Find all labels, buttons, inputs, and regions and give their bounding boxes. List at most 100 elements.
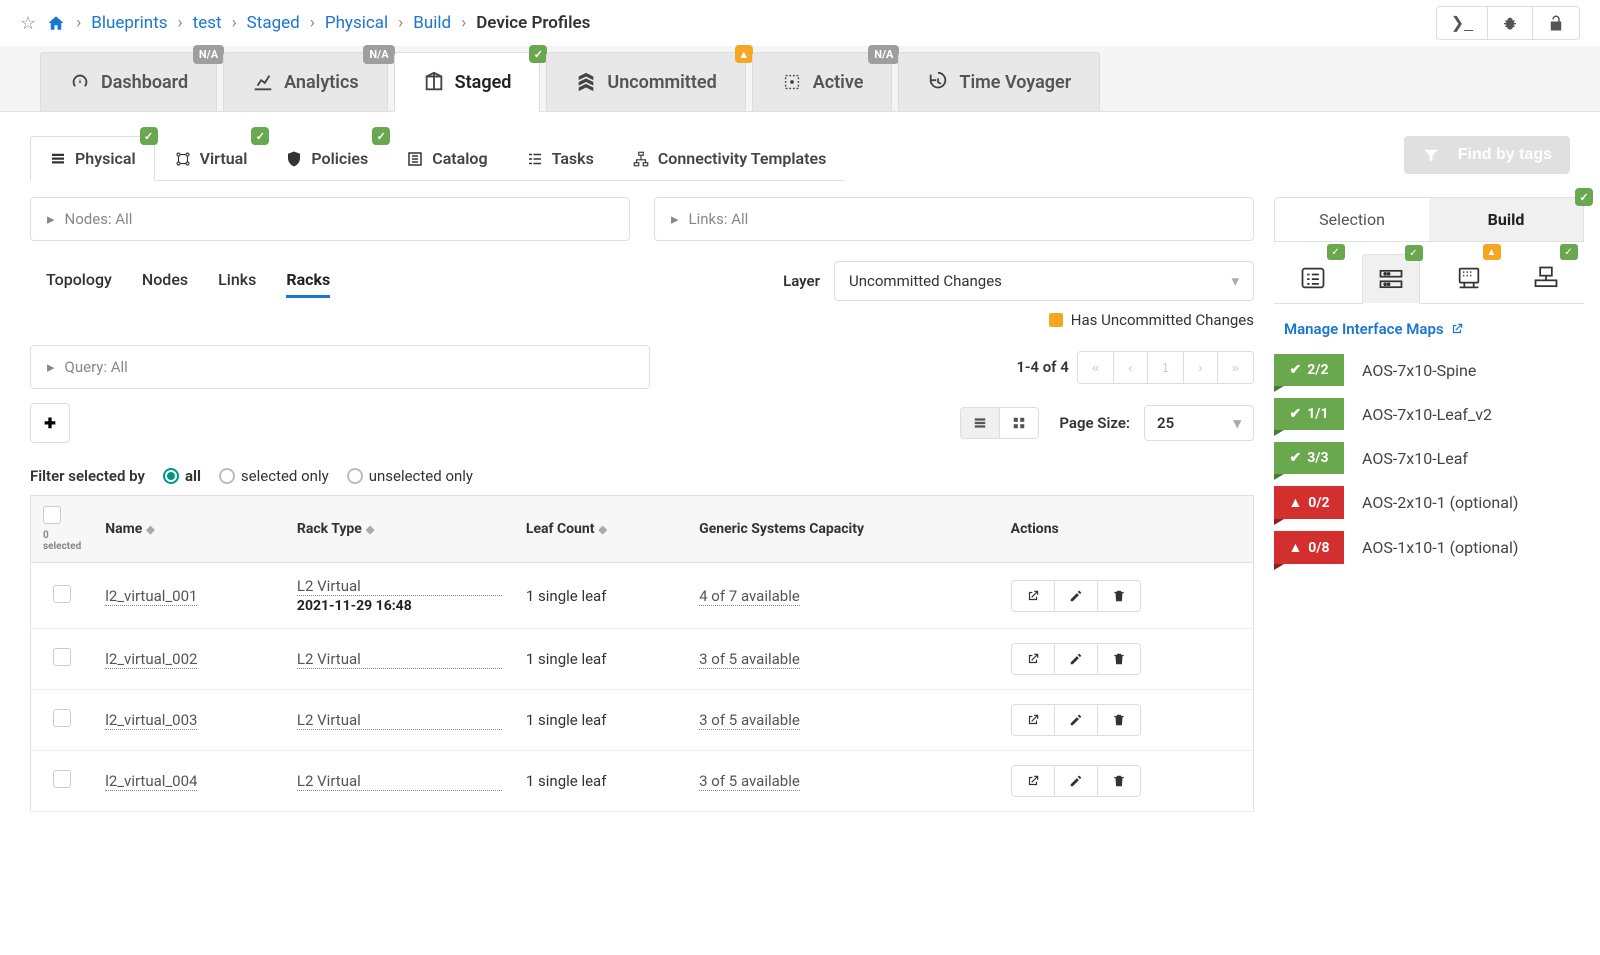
col-rack-type[interactable]: Rack Type◆ xyxy=(285,496,514,563)
right-tab-selection[interactable]: Selection xyxy=(1275,198,1429,241)
right-tab-build[interactable]: Build xyxy=(1429,198,1583,241)
rack-type[interactable]: L2 Virtual xyxy=(297,650,502,669)
pager-next[interactable]: › xyxy=(1183,352,1216,383)
check-icon: ✔ xyxy=(1290,406,1302,422)
sub-tab-virtual[interactable]: Virtual✓ xyxy=(155,136,267,180)
main-tab-staged[interactable]: Staged✓ xyxy=(394,52,541,112)
build-icon-1[interactable]: ✓ xyxy=(1362,254,1420,304)
edit-button[interactable] xyxy=(1054,644,1097,674)
capacity[interactable]: 3 of 5 available xyxy=(699,650,800,669)
build-icon-3[interactable]: ✓ xyxy=(1518,254,1574,303)
breadcrumb-link[interactable]: Physical xyxy=(325,13,388,33)
delete-button[interactable] xyxy=(1097,581,1140,611)
status-badge: N/A xyxy=(363,45,394,64)
manage-interface-maps-link[interactable]: Manage Interface Maps xyxy=(1274,316,1584,354)
row-checkbox[interactable] xyxy=(53,648,71,666)
row-checkbox[interactable] xyxy=(53,770,71,788)
rack-type[interactable]: L2 Virtual xyxy=(297,772,502,791)
bug-button[interactable] xyxy=(1487,7,1532,39)
pager-prev[interactable]: ‹ xyxy=(1113,352,1146,383)
build-icon-2[interactable]: ▲ xyxy=(1441,254,1497,303)
rack-name[interactable]: l2_virtual_002 xyxy=(105,650,197,669)
main-tab-time-voyager[interactable]: Time Voyager xyxy=(898,52,1100,111)
delete-button[interactable] xyxy=(1097,644,1140,674)
device-item[interactable]: ✔3/3AOS-7x10-Leaf xyxy=(1274,442,1584,474)
export-button[interactable] xyxy=(1012,705,1054,735)
main-tab-analytics[interactable]: AnalyticsN/A xyxy=(223,52,388,111)
nodes-collapse[interactable]: ▸ Nodes: All xyxy=(30,197,630,241)
capacity[interactable]: 3 of 5 available xyxy=(699,772,800,791)
breadcrumb-link[interactable]: test xyxy=(193,13,222,33)
view-table-button[interactable] xyxy=(961,408,999,438)
layer-select[interactable]: Uncommitted Changes ▾ xyxy=(834,261,1254,301)
find-by-tags-button[interactable]: Find by tags xyxy=(1404,136,1570,174)
main-tab-uncommitted[interactable]: Uncommitted▲ xyxy=(546,52,745,111)
pager-page-1[interactable]: 1 xyxy=(1147,352,1183,383)
export-button[interactable] xyxy=(1012,766,1054,796)
edit-button[interactable] xyxy=(1054,766,1097,796)
sub-tab-physical[interactable]: Physical✓ xyxy=(30,136,155,181)
tnl-tab-nodes[interactable]: Nodes xyxy=(142,264,188,298)
pager-last[interactable]: » xyxy=(1217,352,1253,383)
capacity[interactable]: 4 of 7 available xyxy=(699,587,800,606)
tasks-icon xyxy=(526,150,544,168)
filter-radio-unselected-only[interactable]: unselected only xyxy=(347,467,473,485)
tnl-tab-links[interactable]: Links xyxy=(218,264,256,298)
breadcrumb-link[interactable]: Staged xyxy=(247,13,300,33)
view-grid-button[interactable] xyxy=(999,408,1038,438)
delete-button[interactable] xyxy=(1097,705,1140,735)
col-leaf-count[interactable]: Leaf Count◆ xyxy=(514,496,687,563)
filter-radio-selected-only[interactable]: selected only xyxy=(219,467,329,485)
device-item[interactable]: ▲0/8AOS-1x10-1 (optional) xyxy=(1274,531,1584,564)
main-tab-dashboard[interactable]: DashboardN/A xyxy=(40,52,217,111)
page-size-select[interactable]: 25 ▾ xyxy=(1144,405,1254,441)
delete-button[interactable] xyxy=(1097,766,1140,796)
export-button[interactable] xyxy=(1012,644,1054,674)
edit-button[interactable] xyxy=(1054,705,1097,735)
breadcrumb-link[interactable]: Build xyxy=(413,13,451,33)
tnl-tab-topology[interactable]: Topology xyxy=(46,264,112,298)
row-checkbox[interactable] xyxy=(53,585,71,603)
status-badge: ✓ xyxy=(1560,244,1578,260)
rack-name[interactable]: l2_virtual_004 xyxy=(105,772,197,791)
pager-first[interactable]: « xyxy=(1078,352,1113,383)
home-icon[interactable] xyxy=(46,14,66,32)
chevron-right-icon: › xyxy=(398,13,403,33)
leaf-count: 1 single leaf xyxy=(514,629,687,690)
filter-radio-all[interactable]: all xyxy=(163,467,201,485)
star-icon[interactable]: ☆ xyxy=(20,13,36,34)
query-collapse[interactable]: ▸ Query: All xyxy=(30,345,650,389)
device-item[interactable]: ▲0/2AOS-2x10-1 (optional) xyxy=(1274,486,1584,519)
device-label: AOS-7x10-Leaf_v2 xyxy=(1362,405,1492,424)
sub-tab-label: Tasks xyxy=(552,149,594,168)
capacity[interactable]: 3 of 5 available xyxy=(699,711,800,730)
build-icon-0[interactable]: ✓ xyxy=(1285,254,1341,303)
select-all-header[interactable]: 0 selected xyxy=(31,496,94,563)
export-button[interactable] xyxy=(1012,581,1054,611)
breadcrumb-link[interactable]: Blueprints xyxy=(91,13,167,33)
sub-tab-policies[interactable]: Policies✓ xyxy=(266,136,387,180)
sub-tab-connectivity-templates[interactable]: Connectivity Templates xyxy=(613,136,846,180)
device-item[interactable]: ✔2/2AOS-7x10-Spine xyxy=(1274,354,1584,386)
links-collapse[interactable]: ▸ Links: All xyxy=(654,197,1254,241)
sub-tab-catalog[interactable]: Catalog xyxy=(387,136,506,180)
rack-name[interactable]: l2_virtual_001 xyxy=(105,587,197,606)
main-tab-label: Time Voyager xyxy=(959,72,1071,93)
col-name[interactable]: Name◆ xyxy=(93,496,285,563)
tnl-tab-racks[interactable]: Racks xyxy=(286,264,330,298)
caret-right-icon: ▸ xyxy=(47,358,55,376)
device-item[interactable]: ✔1/1AOS-7x10-Leaf_v2 xyxy=(1274,398,1584,430)
edit-button[interactable] xyxy=(1054,581,1097,611)
find-by-tags-label: Find by tags xyxy=(1458,146,1552,164)
sub-tab-tasks[interactable]: Tasks xyxy=(507,136,613,180)
main-tab-active[interactable]: ActiveN/A xyxy=(752,52,893,111)
rack-name[interactable]: l2_virtual_003 xyxy=(105,711,197,730)
rack-type[interactable]: L2 Virtual xyxy=(297,711,502,730)
chevron-right-icon: › xyxy=(178,13,183,33)
terminal-button[interactable]: ❯_ xyxy=(1437,7,1487,39)
row-checkbox[interactable] xyxy=(53,709,71,727)
device-type-icon xyxy=(1455,264,1483,292)
rack-type[interactable]: L2 Virtual xyxy=(297,577,502,596)
unlock-button[interactable] xyxy=(1532,7,1579,39)
add-button[interactable]: ✚ xyxy=(30,403,70,443)
